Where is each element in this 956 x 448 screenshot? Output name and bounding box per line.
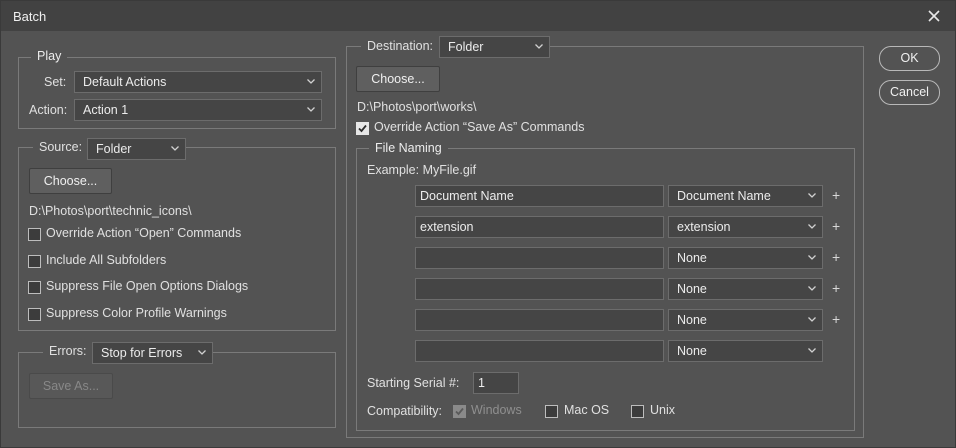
naming-select-2-value: extension	[677, 220, 731, 234]
destination-select[interactable]: Folder	[439, 36, 550, 58]
destination-path: D:\Photos\port\works\	[357, 100, 477, 114]
suppress-color-warnings-checkbox[interactable]	[28, 308, 41, 321]
errors-label-text: Errors:	[49, 344, 87, 358]
naming-select-5-value: None	[677, 313, 707, 327]
file-naming-example: Example: MyFile.gif	[367, 163, 477, 177]
set-select[interactable]: Default Actions	[74, 71, 322, 93]
dialog-title: Batch	[13, 9, 47, 24]
windows-label: Windows	[471, 403, 522, 417]
source-select[interactable]: Folder	[87, 138, 186, 160]
naming-field-2[interactable]: extension	[415, 216, 664, 238]
checkmark-icon	[358, 124, 367, 133]
serial-label: Starting Serial #:	[367, 376, 460, 390]
override-open-label: Override Action “Open” Commands	[46, 226, 242, 240]
suppress-open-dialogs-checkbox[interactable]	[28, 281, 41, 294]
naming-select-5[interactable]: None	[668, 309, 823, 331]
destination-label: Destination:	[361, 39, 440, 53]
destination-choose-button[interactable]: Choose...	[356, 66, 440, 92]
ok-button[interactable]: OK	[879, 46, 940, 71]
naming-field-3[interactable]	[415, 247, 664, 269]
add-row-button-5[interactable]: +	[832, 311, 840, 327]
close-icon[interactable]	[923, 5, 945, 27]
save-as-button[interactable]: Save As...	[29, 373, 113, 399]
chevron-down-icon	[535, 44, 543, 49]
chevron-down-icon	[307, 107, 315, 112]
add-row-button-3[interactable]: +	[832, 249, 840, 265]
naming-select-1-value: Document Name	[677, 189, 771, 203]
naming-field-5[interactable]	[415, 309, 664, 331]
title-bar: Batch	[1, 1, 955, 31]
source-label: Source:	[33, 140, 89, 154]
add-row-button-2[interactable]: +	[832, 218, 840, 234]
include-subfolders-label: Include All Subfolders	[46, 253, 167, 267]
override-save-as-checkbox[interactable]	[356, 122, 369, 135]
suppress-open-dialogs-label: Suppress File Open Options Dialogs	[46, 279, 249, 293]
chevron-down-icon	[307, 79, 315, 84]
source-label-text: Source:	[39, 140, 83, 154]
include-subfolders-checkbox[interactable]	[28, 255, 41, 268]
macos-checkbox[interactable]	[545, 405, 558, 418]
naming-field-6[interactable]	[415, 340, 664, 362]
compatibility-label: Compatibility:	[367, 404, 443, 418]
chevron-down-icon	[171, 146, 179, 151]
naming-select-4[interactable]: None	[668, 278, 823, 300]
action-select-value: Action 1	[83, 103, 129, 117]
action-select[interactable]: Action 1	[74, 99, 322, 121]
naming-select-3[interactable]: None	[668, 247, 823, 269]
naming-select-4-value: None	[677, 282, 707, 296]
cancel-button[interactable]: Cancel	[879, 80, 940, 105]
chevron-down-icon	[198, 350, 206, 355]
naming-select-3-value: None	[677, 251, 707, 265]
chevron-down-icon	[808, 193, 816, 198]
file-naming-legend: File Naming	[369, 141, 448, 155]
set-label: Set:	[44, 75, 67, 89]
checkmark-icon	[455, 407, 464, 416]
naming-select-1[interactable]: Document Name	[668, 185, 823, 207]
source-select-value: Folder	[96, 142, 132, 156]
errors-select[interactable]: Stop for Errors	[92, 342, 213, 364]
chevron-down-icon	[808, 317, 816, 322]
naming-select-6[interactable]: None	[668, 340, 823, 362]
windows-checkbox[interactable]	[453, 405, 466, 418]
macos-label: Mac OS	[564, 403, 610, 417]
batch-dialog: Batch Play Set: Default Actions Action: …	[0, 0, 956, 448]
source-path: D:\Photos\port\technic_icons\	[29, 204, 192, 218]
errors-select-value: Stop for Errors	[101, 346, 183, 360]
naming-select-6-value: None	[677, 344, 707, 358]
chevron-down-icon	[808, 224, 816, 229]
destination-select-value: Folder	[448, 40, 484, 54]
play-legend: Play	[31, 49, 68, 63]
chevron-down-icon	[808, 286, 816, 291]
unix-label: Unix	[650, 403, 676, 417]
add-row-button-1[interactable]: +	[832, 187, 840, 203]
suppress-color-warnings-label: Suppress Color Profile Warnings	[46, 306, 227, 320]
naming-select-2[interactable]: extension	[668, 216, 823, 238]
serial-input[interactable]: 1	[473, 372, 519, 394]
errors-label: Errors:	[43, 344, 93, 358]
override-open-checkbox[interactable]	[28, 228, 41, 241]
unix-checkbox[interactable]	[631, 405, 644, 418]
add-row-button-4[interactable]: +	[832, 280, 840, 296]
chevron-down-icon	[808, 255, 816, 260]
set-select-value: Default Actions	[83, 75, 167, 89]
action-label: Action:	[29, 103, 68, 117]
chevron-down-icon	[808, 348, 816, 353]
naming-field-1[interactable]: Document Name	[415, 185, 664, 207]
override-save-as-label: Override Action “Save As” Commands	[374, 120, 585, 134]
destination-label-text: Destination:	[367, 39, 434, 53]
source-choose-button[interactable]: Choose...	[29, 168, 112, 194]
naming-field-4[interactable]	[415, 278, 664, 300]
